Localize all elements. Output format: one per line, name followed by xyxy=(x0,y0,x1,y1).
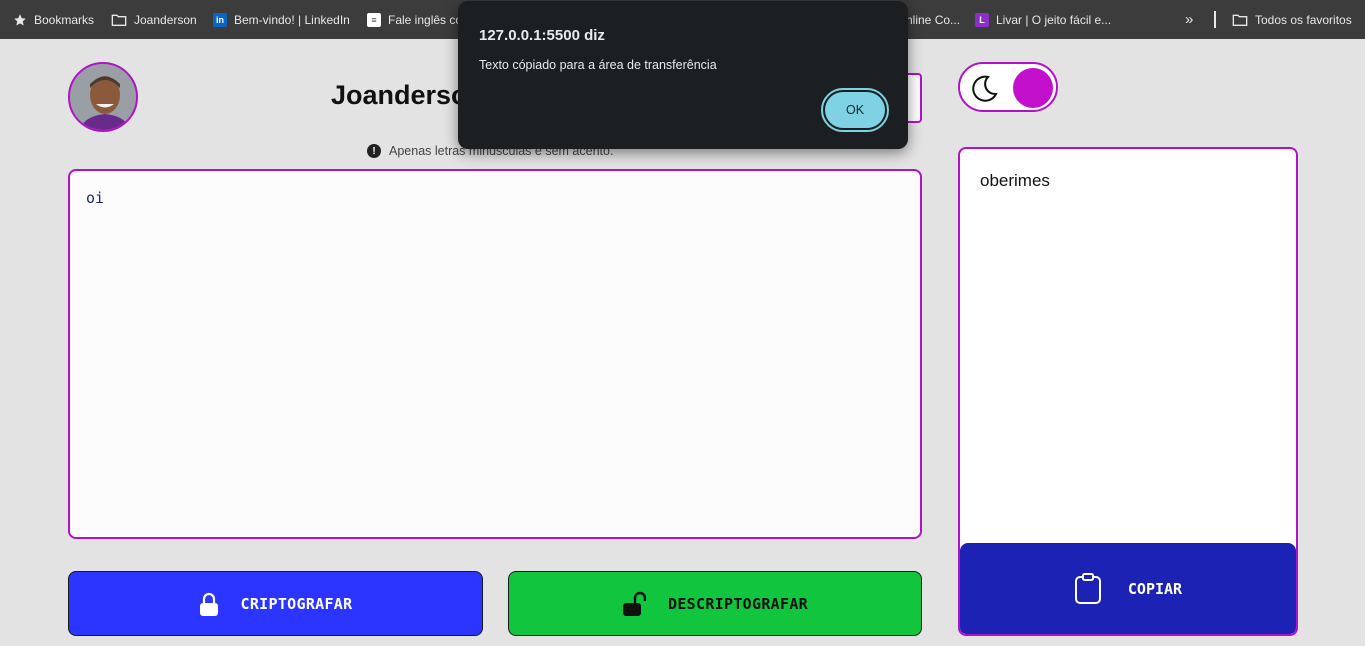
page-title: Joanderso xyxy=(331,80,468,110)
star-icon xyxy=(14,13,26,26)
bookmark-fale-ingles[interactable]: ≡ Fale inglês co xyxy=(367,0,462,39)
livar-icon: L xyxy=(975,12,989,27)
decrypt-label: DESCRIPTOGRAFAR xyxy=(668,594,808,613)
encrypt-label: CRIPTOGRAFAR xyxy=(240,594,353,613)
dialog-title: 127.0.0.1:5500 diz xyxy=(479,27,605,44)
bookmark-label: Bem-vindo! | LinkedIn xyxy=(234,12,350,27)
encrypt-button[interactable]: CRIPTOGRAFAR xyxy=(68,571,483,636)
bookmark-label: Joanderson xyxy=(134,12,197,27)
copy-button[interactable]: COPIAR xyxy=(960,543,1296,634)
bookmark-linkedin[interactable]: in Bem-vindo! | LinkedIn xyxy=(213,0,350,39)
theme-toggle[interactable] xyxy=(958,62,1058,112)
bookmark-label: Fale inglês co xyxy=(388,12,463,27)
bookmark-label: Todos os favoritos xyxy=(1255,12,1352,27)
bookmark-online[interactable]: nline Co... xyxy=(906,0,960,39)
dialog-ok-label: OK xyxy=(825,92,885,128)
bookmark-all-favorites[interactable]: Todos os favoritos xyxy=(1232,0,1352,39)
avatar xyxy=(68,62,138,132)
output-text: oberimes xyxy=(980,171,1050,190)
bookmark-bookmarks[interactable]: Bookmarks xyxy=(13,0,94,39)
unlock-icon xyxy=(623,591,647,616)
bookmarks-overflow-button[interactable]: » xyxy=(1185,0,1193,39)
dialog-message: Texto cópiado para a área de transferênc… xyxy=(479,58,717,72)
copy-label: COPIAR xyxy=(1127,579,1183,598)
bookmark-label: Livar | O jeito fácil e... xyxy=(996,12,1112,27)
bookmark-label: nline Co... xyxy=(906,12,961,27)
alert-dialog: 127.0.0.1:5500 diz Texto cópiado para a … xyxy=(458,1,908,149)
folder-icon xyxy=(111,14,127,26)
bookmark-label: Bookmarks xyxy=(34,12,95,27)
dialog-ok-button[interactable]: OK xyxy=(821,88,889,132)
linkedin-icon: in xyxy=(213,12,227,27)
folder-icon xyxy=(1232,14,1248,26)
bookmark-joanderson[interactable]: Joanderson xyxy=(111,0,197,39)
toggle-knob xyxy=(1013,68,1053,108)
chevron-double-right-icon: » xyxy=(1185,11,1194,28)
decrypt-button[interactable]: DESCRIPTOGRAFAR xyxy=(508,571,922,636)
message-input[interactable]: oi xyxy=(68,169,922,539)
exclamation-circle-icon: ! xyxy=(367,144,381,158)
clipboard-icon xyxy=(1074,572,1101,604)
bookmark-livar[interactable]: L Livar | O jeito fácil e... xyxy=(975,0,1111,39)
page-icon: ≡ xyxy=(367,12,381,27)
output-panel: oberimes COPIAR xyxy=(958,147,1298,636)
bookmarks-divider xyxy=(1214,11,1216,28)
lock-icon xyxy=(199,592,218,616)
moon-icon xyxy=(972,75,998,102)
